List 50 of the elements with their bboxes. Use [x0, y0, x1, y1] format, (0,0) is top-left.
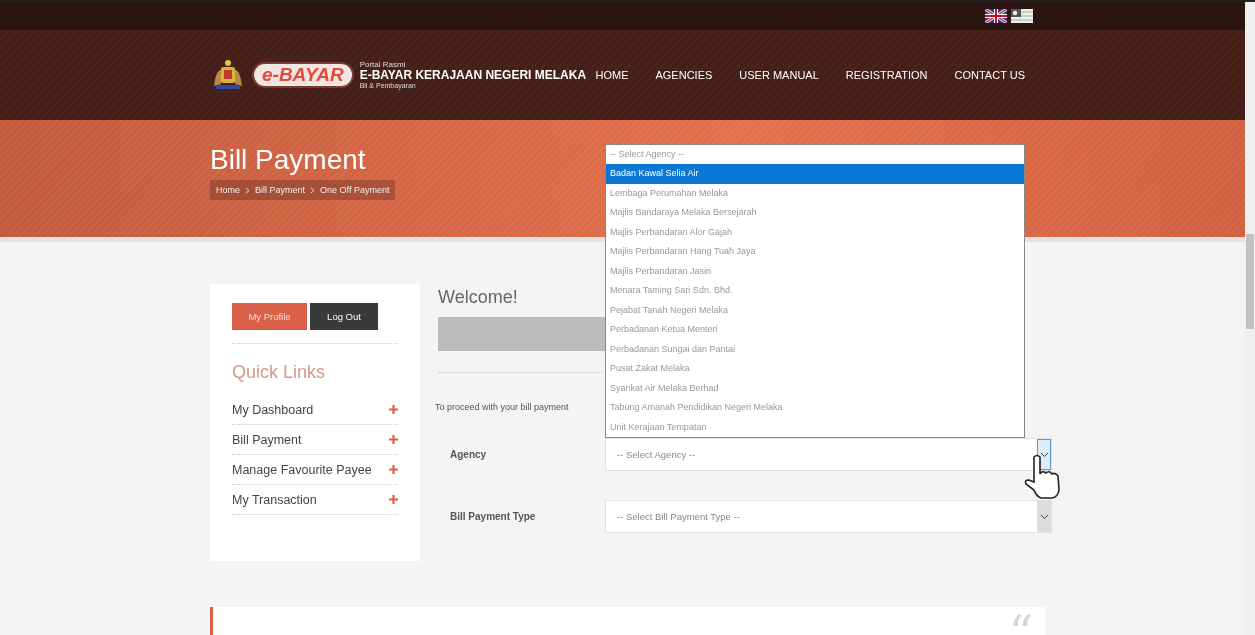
- scrollbar-thumb[interactable]: [1246, 234, 1254, 329]
- quick-link[interactable]: My Transaction: [232, 492, 317, 507]
- dropdown-option[interactable]: Pusat Zakat Melaka: [606, 359, 1024, 379]
- dropdown-option[interactable]: Badan Kawal Selia Air: [606, 164, 1024, 184]
- chevron-right-icon: [245, 186, 250, 194]
- dropdown-option[interactable]: -- Select Agency --: [606, 144, 1024, 164]
- portal-label: Portal Rasmi: [359, 60, 407, 70]
- breadcrumb-link[interactable]: Bill Payment: [255, 185, 306, 195]
- dropdown-option[interactable]: Menara Taming Sari Sdn. Bhd.: [606, 281, 1024, 301]
- select-field[interactable]: -- Select Bill Payment Type --: [605, 500, 1052, 533]
- breadcrumb-link[interactable]: Home: [216, 185, 240, 195]
- page-title: Bill Payment: [210, 143, 366, 176]
- plus-icon[interactable]: [389, 405, 398, 414]
- quick-link[interactable]: Bill Payment: [232, 432, 302, 447]
- sidebar-button[interactable]: Log Out: [310, 303, 378, 330]
- dropdown-option[interactable]: Majlis Perbandaran Jasin: [606, 261, 1024, 281]
- field-label: Bill Payment Type: [449, 511, 537, 522]
- quick-link[interactable]: Manage Favourite Payee: [232, 462, 372, 477]
- dropdown-option[interactable]: Perbadanan Sungai dan Pantai: [606, 339, 1024, 359]
- nav-link[interactable]: AGENCIES: [655, 69, 713, 81]
- dropdown-option[interactable]: Tabung Amanah Pendidikan Negeri Melaka: [606, 398, 1024, 418]
- portal-title: E-BAYAR KERAJAAN NEGERI MELAKA: [359, 69, 587, 82]
- malaysia-flag-icon[interactable]: [1011, 9, 1033, 23]
- select-field[interactable]: -- Select Agency --: [605, 438, 1052, 471]
- quote-mark: “: [1008, 609, 1034, 635]
- breadcrumb-link[interactable]: One Off Payment: [320, 185, 390, 195]
- dropdown-option[interactable]: Pejabat Tanah Negeri Melaka: [606, 300, 1024, 320]
- quick-link[interactable]: My Dashboard: [232, 402, 314, 417]
- instruction-text: To proceed with your bill payment: [435, 402, 569, 412]
- quick-links-heading: Quick Links: [232, 362, 327, 383]
- uk-flag-icon[interactable]: [985, 9, 1007, 23]
- dropdown-option[interactable]: Unit Kerajaan Tempatan: [606, 417, 1024, 437]
- dropdown-option[interactable]: Lembaga Perumahan Melaka: [606, 183, 1024, 203]
- nav-link[interactable]: USER MANUAL: [739, 69, 819, 81]
- welcome-heading: Welcome!: [438, 287, 518, 308]
- ebayar-logo[interactable]: e-BAYAR: [252, 62, 354, 88]
- field-label: Agency: [449, 449, 488, 460]
- dropdown-option[interactable]: Majlis Bandaraya Melaka Bersejarah: [606, 203, 1024, 223]
- nav-link[interactable]: CONTACT US: [954, 69, 1025, 81]
- plus-icon[interactable]: [389, 435, 398, 444]
- plus-icon[interactable]: [389, 495, 398, 504]
- chevron-right-icon: [310, 186, 316, 194]
- sidebar-button[interactable]: My Profile: [232, 303, 307, 330]
- dropdown-option[interactable]: Syarikat Air Melaka Berhad: [606, 378, 1024, 398]
- nav-link[interactable]: HOME: [595, 69, 629, 81]
- dropdown-option[interactable]: Majlis Perbandaran Hang Tuah Jaya: [606, 242, 1024, 262]
- plus-icon[interactable]: [389, 465, 398, 474]
- dropdown-option[interactable]: Perbadanan Ketua Menteri: [606, 320, 1024, 340]
- dropdown-option[interactable]: Majlis Perbandaran Alor Gajah: [606, 222, 1024, 242]
- nav-link[interactable]: REGISTRATION: [845, 69, 928, 81]
